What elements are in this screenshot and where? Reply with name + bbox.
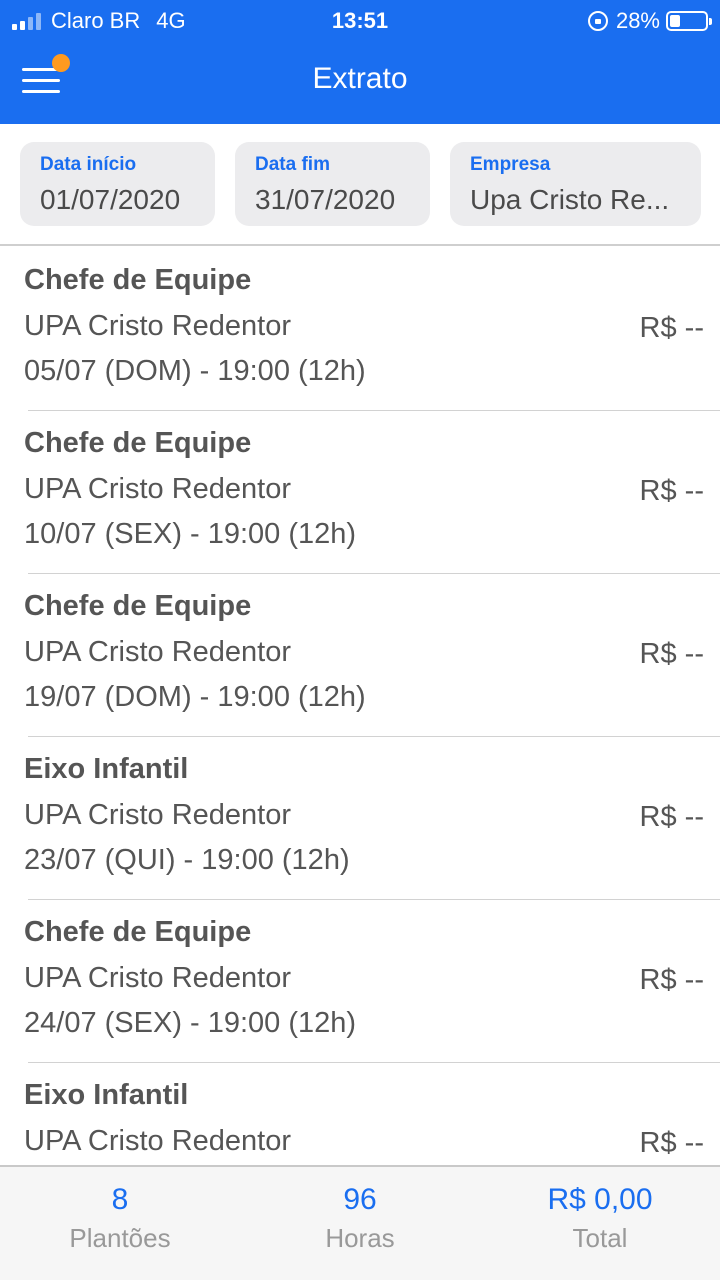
item-company: UPA Cristo Redentor [24, 473, 292, 505]
summary-footer: 8 Plantões 96 Horas R$ 0,00 Total [0, 1165, 720, 1280]
shifts-summary: 8 Plantões [0, 1183, 240, 1254]
hours-label: Horas [325, 1223, 395, 1253]
company-value: Upa Cristo Re... [470, 184, 670, 215]
orientation-lock-icon [587, 11, 608, 31]
start-date-filter[interactable]: Data início 01/07/2020 [20, 142, 215, 226]
total-label: Total [572, 1223, 628, 1253]
item-title: Chefe de Equipe [24, 264, 252, 296]
item-company: UPA Cristo Redentor [24, 636, 292, 668]
battery-fill [670, 15, 680, 27]
item-company: UPA Cristo Redentor [24, 1125, 292, 1157]
battery-percent: 28% [615, 8, 660, 33]
item-title: Chefe de Equipe [24, 916, 252, 948]
hours-count: 96 [343, 1183, 377, 1216]
item-value: R$ -- [639, 638, 704, 670]
end-date-filter[interactable]: Data fim 31/07/2020 [235, 142, 430, 226]
shifts-count: 8 [111, 1183, 129, 1216]
list-item[interactable]: Chefe de Equipe UPA Cristo Redentor 19/0… [24, 574, 720, 737]
item-value: R$ -- [639, 964, 704, 996]
start-date-value: 01/07/2020 [40, 184, 181, 215]
total-summary: R$ 0,00 Total [480, 1183, 720, 1254]
end-date-label: Data fim [255, 154, 330, 175]
item-title: Chefe de Equipe [24, 590, 252, 622]
item-title: Eixo Infantil [24, 753, 189, 785]
item-title: Eixo Infantil [24, 1079, 189, 1111]
total-value: R$ 0,00 [547, 1183, 653, 1216]
list-item[interactable]: Chefe de Equipe UPA Cristo Redentor 05/0… [24, 248, 720, 411]
item-title: Chefe de Equipe [24, 427, 252, 459]
item-company: UPA Cristo Redentor [24, 962, 292, 994]
item-date: 19/07 (DOM) - 19:00 (12h) [24, 681, 366, 713]
item-date: 23/07 (QUI) - 19:00 (12h) [24, 844, 350, 876]
hours-summary: 96 Horas [240, 1183, 480, 1254]
filter-bar: Data início 01/07/2020 Data fim 31/07/20… [0, 124, 720, 246]
battery-icon [666, 11, 712, 31]
shifts-label: Plantões [69, 1223, 171, 1253]
list-item[interactable]: Chefe de Equipe UPA Cristo Redentor 10/0… [24, 411, 720, 574]
item-date: 05/07 (DOM) - 19:00 (12h) [24, 355, 366, 387]
start-date-label: Data início [40, 154, 137, 175]
shift-list[interactable]: Chefe de Equipe UPA Cristo Redentor 05/0… [0, 248, 720, 1165]
list-item[interactable]: Eixo Infantil UPA Cristo Redentor R$ -- [24, 1063, 720, 1165]
item-value: R$ -- [639, 801, 704, 833]
company-filter[interactable]: Empresa Upa Cristo Re... [450, 142, 701, 226]
end-date-value: 31/07/2020 [255, 184, 396, 215]
item-value: R$ -- [639, 312, 704, 344]
company-label: Empresa [470, 154, 551, 175]
list-item[interactable]: Eixo Infantil UPA Cristo Redentor 23/07 … [24, 737, 720, 900]
item-value: R$ -- [639, 475, 704, 507]
page-title: Extrato [312, 62, 408, 95]
item-date: 24/07 (SEX) - 19:00 (12h) [24, 1007, 357, 1039]
status-bar: Claro BR 4G 13:51 28% [0, 0, 720, 40]
item-date: 10/07 (SEX) - 19:00 (12h) [24, 518, 357, 550]
app-header: Extrato [0, 40, 720, 124]
status-right: 28% [587, 8, 712, 34]
list-item[interactable]: Chefe de Equipe UPA Cristo Redentor 24/0… [24, 900, 720, 1063]
item-company: UPA Cristo Redentor [24, 799, 292, 831]
item-company: UPA Cristo Redentor [24, 310, 292, 342]
item-value: R$ -- [639, 1127, 704, 1159]
